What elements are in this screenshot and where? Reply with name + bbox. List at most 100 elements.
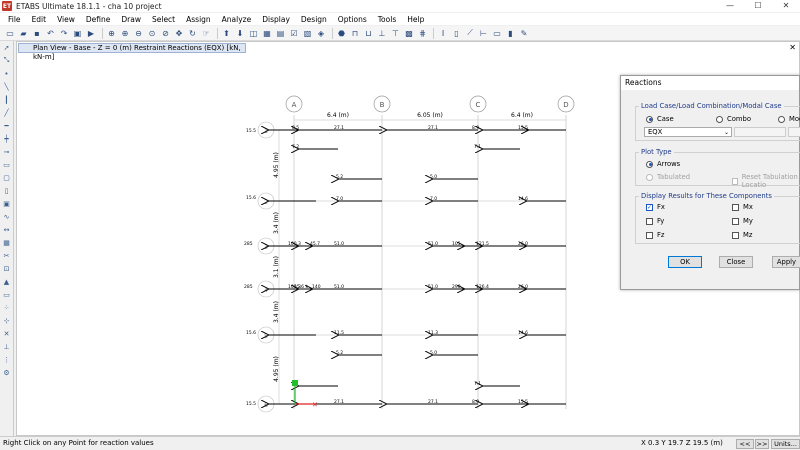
draw-line-icon[interactable]: ╲ <box>1 81 13 92</box>
undo-icon[interactable]: ↶ <box>45 27 57 39</box>
zoom-fit-icon[interactable]: ⊙ <box>146 27 158 39</box>
reset-tabulation-checkbox[interactable]: Reset Tabulation Locatio <box>732 173 800 189</box>
grid-icon[interactable]: ⋕ <box>417 27 429 39</box>
zoom-window-icon[interactable]: ⊕ <box>106 27 118 39</box>
minimize-button[interactable]: — <box>716 0 744 12</box>
draw-tendon-icon[interactable]: ∿ <box>1 211 13 222</box>
close-button[interactable]: Close <box>719 256 753 268</box>
move-down-icon[interactable]: ⬇ <box>234 27 246 39</box>
display-options-icon[interactable]: ▧ <box>302 27 314 39</box>
draw-wall-left-icon[interactable]: ▯ <box>1 185 13 196</box>
apply-button[interactable]: Apply <box>772 256 800 268</box>
display-shape-icon[interactable]: ⬣ <box>336 27 348 39</box>
menu-draw[interactable]: Draw <box>121 15 141 24</box>
arrows-radio[interactable]: Arrows <box>646 160 680 168</box>
fx-checkbox[interactable]: ✓ Fx <box>646 203 665 211</box>
lock-icon[interactable]: ▣ <box>72 27 84 39</box>
snap-perpendicular-icon[interactable]: ⊥ <box>1 341 13 352</box>
menu-design[interactable]: Design <box>301 15 327 24</box>
text-icon[interactable]: I <box>437 27 449 39</box>
draw-column-icon[interactable]: ┃ <box>1 94 13 105</box>
move-up-icon[interactable]: ⬆ <box>221 27 233 39</box>
reactions-icon[interactable]: ⊥ <box>376 27 388 39</box>
fy-checkbox[interactable]: Fy <box>646 217 664 225</box>
menu-assign[interactable]: Assign <box>186 15 211 24</box>
ok-button[interactable]: OK <box>668 256 702 268</box>
next-story-button[interactable]: >> <box>755 439 769 449</box>
pointer-icon[interactable]: ☞ <box>200 27 212 39</box>
save-icon[interactable]: ▪ <box>31 27 43 39</box>
shell-forces-icon[interactable]: ▩ <box>403 27 415 39</box>
draw-secondary-beam-icon[interactable]: ┿ <box>1 133 13 144</box>
run-analysis-icon[interactable]: ▶ <box>85 27 97 39</box>
menu-display[interactable]: Display <box>262 15 290 24</box>
case-select[interactable]: EQX ⌄ <box>644 127 732 137</box>
menu-edit[interactable]: Edit <box>32 15 47 24</box>
snap-settings-icon[interactable]: ⚙ <box>1 367 13 378</box>
menu-view[interactable]: View <box>57 15 75 24</box>
rotate-icon[interactable]: ↻ <box>187 27 199 39</box>
menu-help[interactable]: Help <box>407 15 424 24</box>
draw-grid-icon[interactable]: ▦ <box>1 237 13 248</box>
combo-select[interactable] <box>734 127 786 137</box>
redo-icon[interactable]: ↷ <box>58 27 70 39</box>
snap-joints-icon[interactable]: ⁘ <box>1 302 13 313</box>
draw-joint-icon[interactable]: • <box>1 68 13 79</box>
draw-developed-elevation-icon[interactable]: ⊡ <box>1 263 13 274</box>
frame-forces-icon[interactable]: ⊤ <box>390 27 402 39</box>
menu-define[interactable]: Define <box>86 15 110 24</box>
draw-reference-icon[interactable]: ▭ <box>1 289 13 300</box>
snap-lines-icon[interactable]: ⊹ <box>1 315 13 326</box>
menu-select[interactable]: Select <box>152 15 175 24</box>
zoom-in-icon[interactable]: ⊕ <box>119 27 131 39</box>
my-checkbox[interactable]: My <box>732 217 753 225</box>
draw-link-icon[interactable]: ⊸ <box>1 146 13 157</box>
draw-area-icon[interactable]: ▭ <box>491 27 503 39</box>
draw-wall-icon[interactable]: ▮ <box>505 27 517 39</box>
draw-rect-floor-icon[interactable]: ▢ <box>1 172 13 183</box>
snap-fine-grid-icon[interactable]: ⋮ <box>1 354 13 365</box>
draw-beam-icon[interactable]: ⊢ <box>478 27 490 39</box>
plan-view-icon[interactable]: ▦ <box>261 27 273 39</box>
draw-dimension-icon[interactable]: ↔ <box>1 224 13 235</box>
combo-radio[interactable]: Combo <box>716 115 751 123</box>
mz-checkbox[interactable]: Mz <box>732 231 752 239</box>
mode-select[interactable] <box>788 127 800 137</box>
view-tab[interactable]: Plan View - Base - Z = 0 (m) Restraint R… <box>18 43 246 61</box>
close-window-button[interactable]: ✕ <box>772 0 800 12</box>
maximize-button[interactable]: ☐ <box>744 0 772 12</box>
reshape-icon[interactable]: ⤡ <box>1 55 13 66</box>
pan-icon[interactable]: ✥ <box>173 27 185 39</box>
select-section-icon[interactable]: ▯ <box>451 27 463 39</box>
zoom-previous-icon[interactable]: ⊘ <box>160 27 172 39</box>
3d-view-icon[interactable]: ◫ <box>248 27 260 39</box>
select-pointer-icon[interactable]: ➚ <box>1 42 13 53</box>
menu-file[interactable]: File <box>8 15 21 24</box>
elevation-view-icon[interactable]: ▤ <box>275 27 287 39</box>
draw-beam-left-icon[interactable]: ━ <box>1 120 13 131</box>
draw-brace-icon[interactable]: ╱ <box>1 107 13 118</box>
previous-story-button[interactable]: << <box>736 439 754 449</box>
mode-radio[interactable]: Mode <box>778 115 800 123</box>
tabulated-radio[interactable]: Tabulated <box>646 173 690 181</box>
units-button[interactable]: Units... <box>771 439 800 449</box>
close-view-icon[interactable]: ✕ <box>789 43 796 52</box>
menu-tools[interactable]: Tools <box>378 15 396 24</box>
check-icon[interactable]: ☑ <box>288 27 300 39</box>
menu-options[interactable]: Options <box>338 15 367 24</box>
draw-null-icon[interactable]: ▲ <box>1 276 13 287</box>
draw-frame-icon[interactable]: ⟋ <box>464 27 476 39</box>
draw-section-cut-icon[interactable]: ✂ <box>1 250 13 261</box>
menu-analyze[interactable]: Analyze <box>222 15 252 24</box>
open-icon[interactable]: ▰ <box>18 27 30 39</box>
case-radio[interactable]: Case <box>646 115 674 123</box>
deformed-shape-icon[interactable]: ⊓ <box>349 27 361 39</box>
draw-floor-icon[interactable]: ▭ <box>1 159 13 170</box>
mx-checkbox[interactable]: Mx <box>732 203 753 211</box>
fz-checkbox[interactable]: Fz <box>646 231 664 239</box>
snap-intersections-icon[interactable]: ✕ <box>1 328 13 339</box>
new-model-icon[interactable]: ▭ <box>4 27 16 39</box>
forces-icon[interactable]: ⊔ <box>363 27 375 39</box>
draw-pencil-icon[interactable]: ✎ <box>518 27 530 39</box>
perspective-icon[interactable]: ◈ <box>315 27 327 39</box>
